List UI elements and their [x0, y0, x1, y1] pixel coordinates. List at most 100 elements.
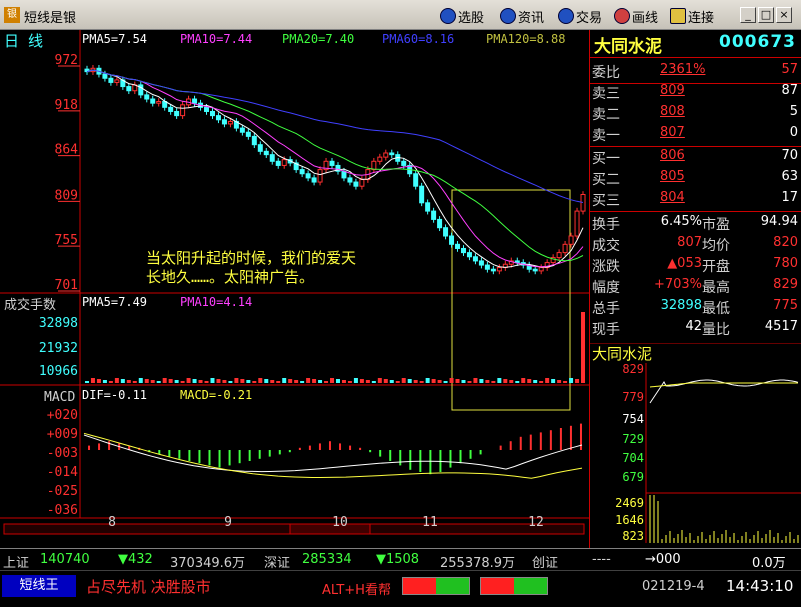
stat-label-2: 最低 — [702, 301, 730, 317]
volume-bar — [84, 381, 89, 383]
volume-bar — [126, 380, 131, 383]
volume-bar — [228, 381, 233, 383]
volume-bar — [108, 381, 113, 383]
row-volume: 63 — [781, 169, 798, 184]
vol-tick: 32898 — [39, 316, 78, 331]
app-icon: 银 — [4, 7, 20, 23]
volume-bar — [359, 379, 364, 383]
volume-bar — [102, 380, 107, 383]
menu-connect[interactable]: 连接 — [670, 6, 714, 26]
row-volume: 87 — [781, 83, 798, 98]
volume-bar — [371, 381, 376, 383]
candle-body — [263, 150, 269, 156]
row-label: 卖三 — [592, 86, 620, 102]
candle-body — [455, 243, 461, 249]
volume-bar — [156, 381, 161, 383]
stat-label-1: 涨跌 — [592, 259, 620, 275]
candle-body — [227, 120, 233, 125]
volume-bar — [551, 379, 556, 383]
chart-area[interactable]: 日 线 PMA5=7.54 PMA10=7.44 PMA20=7.40 PMA60=8.… — [0, 30, 589, 548]
candle-body — [221, 119, 227, 125]
scroll-thumb[interactable] — [289, 523, 371, 535]
menu-trade[interactable]: 交易 — [558, 6, 602, 26]
volume-bar — [90, 378, 95, 383]
menu-draw-line[interactable]: 画线 — [614, 6, 658, 26]
intraday-vol-tick: 1646 — [615, 513, 644, 527]
candle-body — [460, 247, 466, 254]
sz-amount: 255378.9万 — [440, 556, 516, 571]
volume-bar — [479, 379, 484, 383]
candle-body — [431, 210, 437, 220]
orderbook-row: 买一 806 70 — [590, 148, 801, 168]
x-tick: 11 — [422, 515, 438, 530]
volume-bar — [318, 380, 323, 383]
ma-lines — [86, 69, 584, 268]
ma-label: PMA10=7.44 — [180, 32, 252, 46]
row-price: 806 — [660, 148, 685, 163]
volume-bar — [150, 380, 155, 383]
volume-bar — [533, 380, 538, 383]
close-button[interactable]: × — [776, 7, 792, 23]
candle-body — [562, 243, 568, 254]
volume-bar — [419, 381, 424, 383]
orderbook-row: 委比 2361% 57 — [590, 62, 801, 82]
volume-bars — [84, 312, 586, 383]
candle-body — [150, 98, 156, 104]
intraday-chart[interactable]: 大同水泥829 779 754 729 704 679 2469 1646 823 — [590, 343, 801, 548]
volume-bar — [377, 378, 382, 383]
stat-value-2: 820 — [773, 235, 798, 250]
candle-body — [359, 179, 365, 187]
candle-body — [204, 106, 210, 112]
volume-bar — [491, 381, 496, 383]
volume-bar — [174, 380, 179, 383]
stat-value-1: +703% — [653, 277, 702, 292]
bottom-bar: 短线王 占尽先机 决胜股市 ALT+H看帮 021219-4 14:43:10 — [0, 570, 801, 607]
row-volume: 5 — [789, 104, 798, 119]
volume-bar — [162, 378, 167, 383]
volume-bar — [222, 380, 227, 383]
annotation-line1: 当太阳升起的时候，我们的爱天 — [146, 249, 356, 267]
globe-icon — [500, 8, 516, 24]
vol-tick: 10966 — [39, 364, 78, 379]
volume-bar — [264, 379, 269, 383]
stat-label-1: 成交 — [592, 238, 620, 254]
price-tick: 809 — [55, 188, 78, 203]
volume-bar — [210, 378, 215, 383]
start-button[interactable]: 短线王 — [2, 575, 76, 597]
volume-bar — [401, 378, 406, 383]
sh-amount: 370349.6万 — [170, 556, 246, 571]
candle-body — [532, 268, 538, 272]
volume-bar — [521, 378, 526, 383]
menu-news[interactable]: 资讯 — [500, 6, 544, 26]
candle-body — [377, 156, 383, 162]
kline-chart[interactable]: 日 线 PMA5=7.54 PMA10=7.44 PMA20=7.40 PMA60=8.… — [0, 30, 589, 548]
candle-body — [484, 264, 490, 270]
candle-body — [353, 181, 359, 187]
candle-body — [401, 160, 407, 166]
stat-value-1: 42 — [685, 319, 702, 334]
volume-bar — [204, 381, 209, 383]
volume-bar — [198, 380, 203, 383]
orderbook-row: 买三 804 17 — [590, 190, 801, 210]
volume-bar — [527, 379, 532, 383]
intraday-price-tick: 679 — [622, 470, 644, 484]
sh-change: ▼432 — [118, 552, 153, 567]
stat-label-2: 最高 — [702, 280, 730, 296]
volume-bar — [473, 378, 478, 383]
date-display: 021219-4 — [642, 579, 705, 594]
volume-bar — [353, 378, 358, 383]
dea-line — [83, 432, 583, 479]
title-bar: 银 短线是银 选股 资讯 交易 画线 连接 _ □ × — [0, 0, 801, 30]
minimize-button[interactable]: _ — [740, 7, 756, 23]
candle-body — [568, 235, 574, 245]
candle-body — [156, 101, 162, 104]
row-volume: 0 — [789, 125, 798, 140]
volume-bar — [347, 381, 352, 383]
row-price: 804 — [660, 190, 685, 205]
maximize-button[interactable]: □ — [758, 7, 774, 23]
volume-bar — [569, 378, 574, 383]
sh-value: 140740 — [40, 552, 90, 567]
menu-select-stock[interactable]: 选股 — [440, 6, 484, 26]
stat-label-2: 均价 — [702, 238, 730, 254]
intraday-price-tick: 729 — [622, 432, 644, 446]
